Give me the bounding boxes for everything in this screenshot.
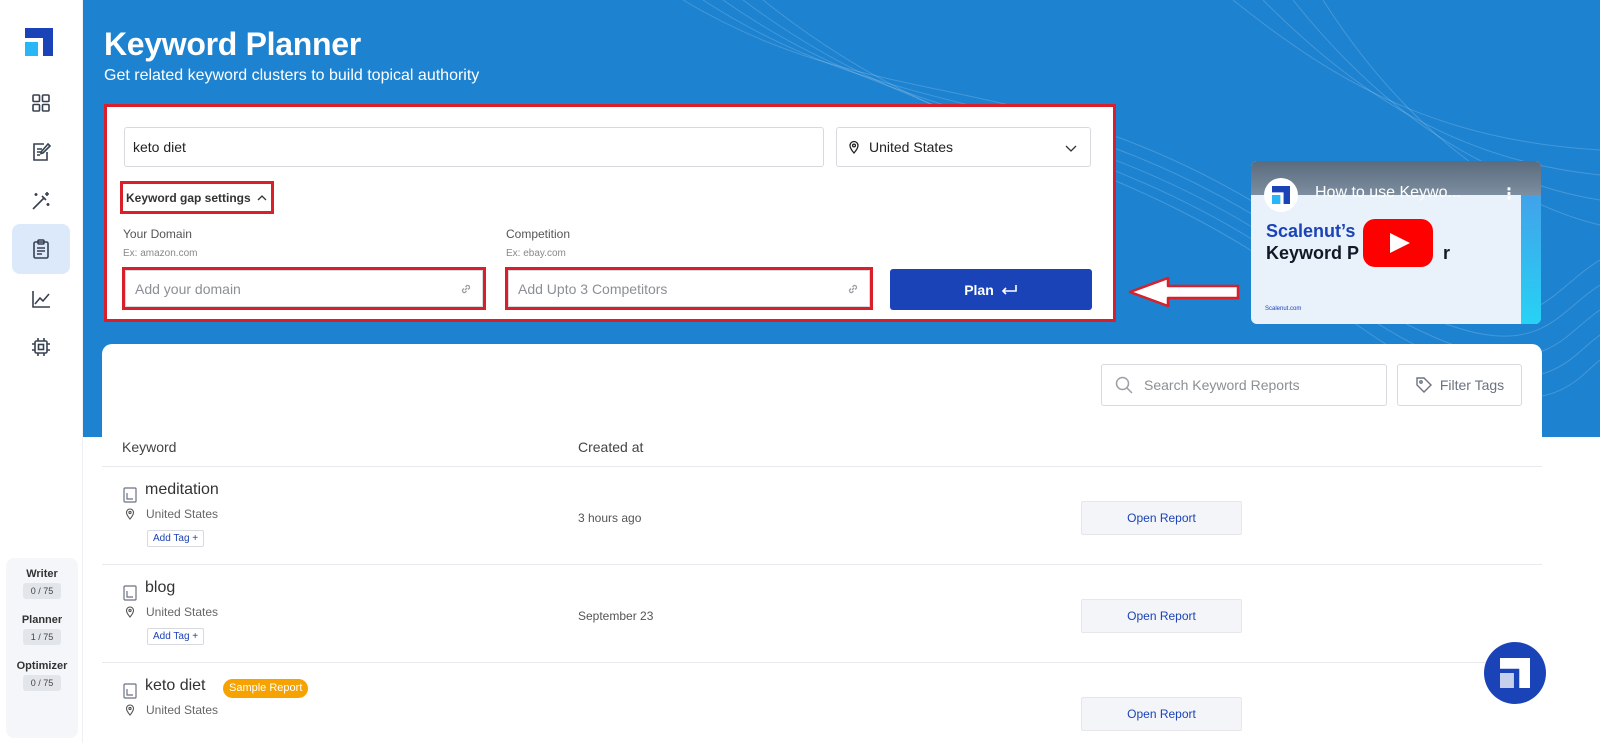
location-pin-icon bbox=[125, 606, 135, 618]
sidebar-item-optimizer[interactable] bbox=[12, 322, 70, 372]
report-keyword[interactable]: keto diet bbox=[145, 677, 205, 695]
your-domain-placeholder: Add your domain bbox=[135, 280, 241, 297]
document-icon bbox=[123, 487, 137, 503]
competition-field-highlight: Add Upto 3 Competitors bbox=[505, 267, 873, 310]
link-icon bbox=[461, 284, 471, 294]
video-name-end: r bbox=[1443, 243, 1451, 263]
competition-hint: Ex: ebay.com bbox=[506, 248, 566, 259]
enter-icon bbox=[1001, 284, 1017, 295]
filter-tags-button[interactable]: Filter Tags bbox=[1397, 364, 1522, 406]
usage-count: 0 / 75 bbox=[22, 675, 62, 691]
column-header-keyword: Keyword bbox=[122, 439, 177, 455]
open-report-button[interactable]: Open Report bbox=[1081, 599, 1242, 633]
location-pin-icon bbox=[849, 140, 859, 154]
table-row: keto diet Sample Report United States Op… bbox=[102, 663, 1542, 743]
sidebar-item-dashboard[interactable] bbox=[12, 78, 70, 128]
usage-planner: Planner 1 / 75 bbox=[6, 614, 78, 645]
competitors-input[interactable]: Add Upto 3 Competitors bbox=[508, 270, 870, 307]
video-accent bbox=[1521, 195, 1541, 324]
sidebar: Writer 0 / 75 Planner 1 / 75 Optimizer 0… bbox=[0, 0, 83, 743]
usage-panel: Writer 0 / 75 Planner 1 / 75 Optimizer 0… bbox=[6, 558, 78, 738]
your-domain-label: Your Domain bbox=[123, 227, 192, 241]
competition-label: Competition bbox=[506, 227, 571, 241]
tag-icon bbox=[1416, 377, 1432, 393]
usage-label: Writer bbox=[26, 568, 58, 580]
sidebar-item-writer[interactable] bbox=[12, 127, 70, 177]
scalenut-logo[interactable] bbox=[25, 28, 53, 56]
document-icon bbox=[123, 585, 137, 601]
report-location: United States bbox=[146, 507, 219, 521]
tutorial-video[interactable]: How to use Keywo... ⋮ Scalenut’s Keyword… bbox=[1251, 161, 1541, 324]
add-tag-button[interactable]: Add Tag + bbox=[147, 628, 205, 645]
report-created-at: September 23 bbox=[578, 609, 654, 623]
your-domain-hint: Ex: amazon.com bbox=[123, 248, 198, 259]
table-row: meditation United States Add Tag + 3 hou… bbox=[102, 467, 1542, 565]
usage-label: Optimizer bbox=[16, 660, 68, 672]
usage-label: Planner bbox=[21, 614, 63, 626]
report-keyword[interactable]: meditation bbox=[145, 481, 219, 499]
page-title: Keyword Planner bbox=[104, 26, 361, 62]
page-subtitle: Get related keyword clusters to build to… bbox=[104, 67, 480, 84]
more-options-icon[interactable]: ⋮ bbox=[1501, 184, 1517, 204]
open-report-button[interactable]: Open Report bbox=[1081, 697, 1242, 731]
scalenut-chat-icon bbox=[1500, 658, 1530, 688]
chevron-down-icon bbox=[1065, 145, 1077, 152]
grid-icon bbox=[32, 94, 50, 112]
search-icon bbox=[1115, 376, 1133, 394]
competitors-placeholder: Add Upto 3 Competitors bbox=[518, 280, 668, 297]
chip-icon bbox=[32, 338, 50, 356]
document-edit-icon bbox=[33, 142, 52, 161]
chat-widget-button[interactable] bbox=[1484, 642, 1546, 704]
play-icon[interactable] bbox=[1363, 219, 1433, 267]
add-tag-button[interactable]: Add Tag + bbox=[147, 530, 205, 547]
video-url-text: Scalenut.com bbox=[1265, 306, 1302, 312]
annotation-arrow bbox=[1128, 276, 1240, 308]
your-domain-field-highlight: Add your domain bbox=[122, 267, 486, 310]
keyword-gap-settings-toggle[interactable]: Keyword gap settings bbox=[120, 181, 274, 214]
your-domain-input[interactable]: Add your domain bbox=[125, 270, 483, 307]
keyword-input[interactable]: keto diet bbox=[124, 127, 824, 167]
search-reports-input[interactable]: Search Keyword Reports bbox=[1101, 364, 1387, 406]
sidebar-item-planner[interactable] bbox=[12, 224, 70, 274]
keyword-form-card: keto diet United States Keyword gap sett… bbox=[104, 104, 1116, 322]
plan-button-label: Plan bbox=[964, 281, 994, 298]
filter-tags-label: Filter Tags bbox=[1439, 377, 1505, 393]
column-header-created: Created at bbox=[578, 439, 644, 455]
open-report-button[interactable]: Open Report bbox=[1081, 501, 1242, 535]
report-created-at: 3 hours ago bbox=[578, 511, 642, 525]
report-location: United States bbox=[146, 605, 219, 619]
line-chart-icon bbox=[32, 291, 50, 308]
usage-count: 1 / 75 bbox=[22, 629, 62, 645]
document-icon bbox=[123, 683, 137, 699]
location-pin-icon bbox=[125, 508, 135, 520]
report-location: United States bbox=[146, 703, 219, 717]
usage-optimizer: Optimizer 0 / 75 bbox=[6, 660, 78, 691]
country-select[interactable]: United States bbox=[836, 127, 1091, 167]
report-keyword[interactable]: blog bbox=[145, 579, 175, 597]
channel-avatar[interactable] bbox=[1264, 178, 1298, 212]
country-select-value: United States bbox=[869, 139, 954, 155]
plan-button[interactable]: Plan bbox=[890, 269, 1092, 310]
search-placeholder: Search Keyword Reports bbox=[1144, 377, 1300, 393]
location-pin-icon bbox=[125, 704, 135, 716]
video-title: How to use Keywo... bbox=[1315, 184, 1461, 201]
keyword-gap-settings-label: Keyword gap settings bbox=[126, 190, 251, 205]
magic-wand-icon bbox=[32, 192, 50, 210]
video-name-start: Keyword P bbox=[1266, 243, 1360, 263]
table-row: blog United States Add Tag + September 2… bbox=[102, 565, 1542, 663]
usage-writer: Writer 0 / 75 bbox=[6, 568, 78, 599]
sample-report-badge: Sample Report bbox=[223, 679, 309, 698]
link-icon bbox=[848, 284, 858, 294]
clipboard-icon bbox=[33, 239, 49, 259]
sidebar-item-ai-tools[interactable] bbox=[12, 176, 70, 226]
chevron-up-icon bbox=[257, 194, 267, 200]
scalenut-logo bbox=[1272, 186, 1290, 204]
video-brand-text: Scalenut’s bbox=[1266, 221, 1356, 241]
reports-panel: Search Keyword Reports Filter Tags Keywo… bbox=[102, 344, 1542, 743]
usage-count: 0 / 75 bbox=[22, 583, 62, 599]
sidebar-item-analytics[interactable] bbox=[12, 274, 70, 324]
